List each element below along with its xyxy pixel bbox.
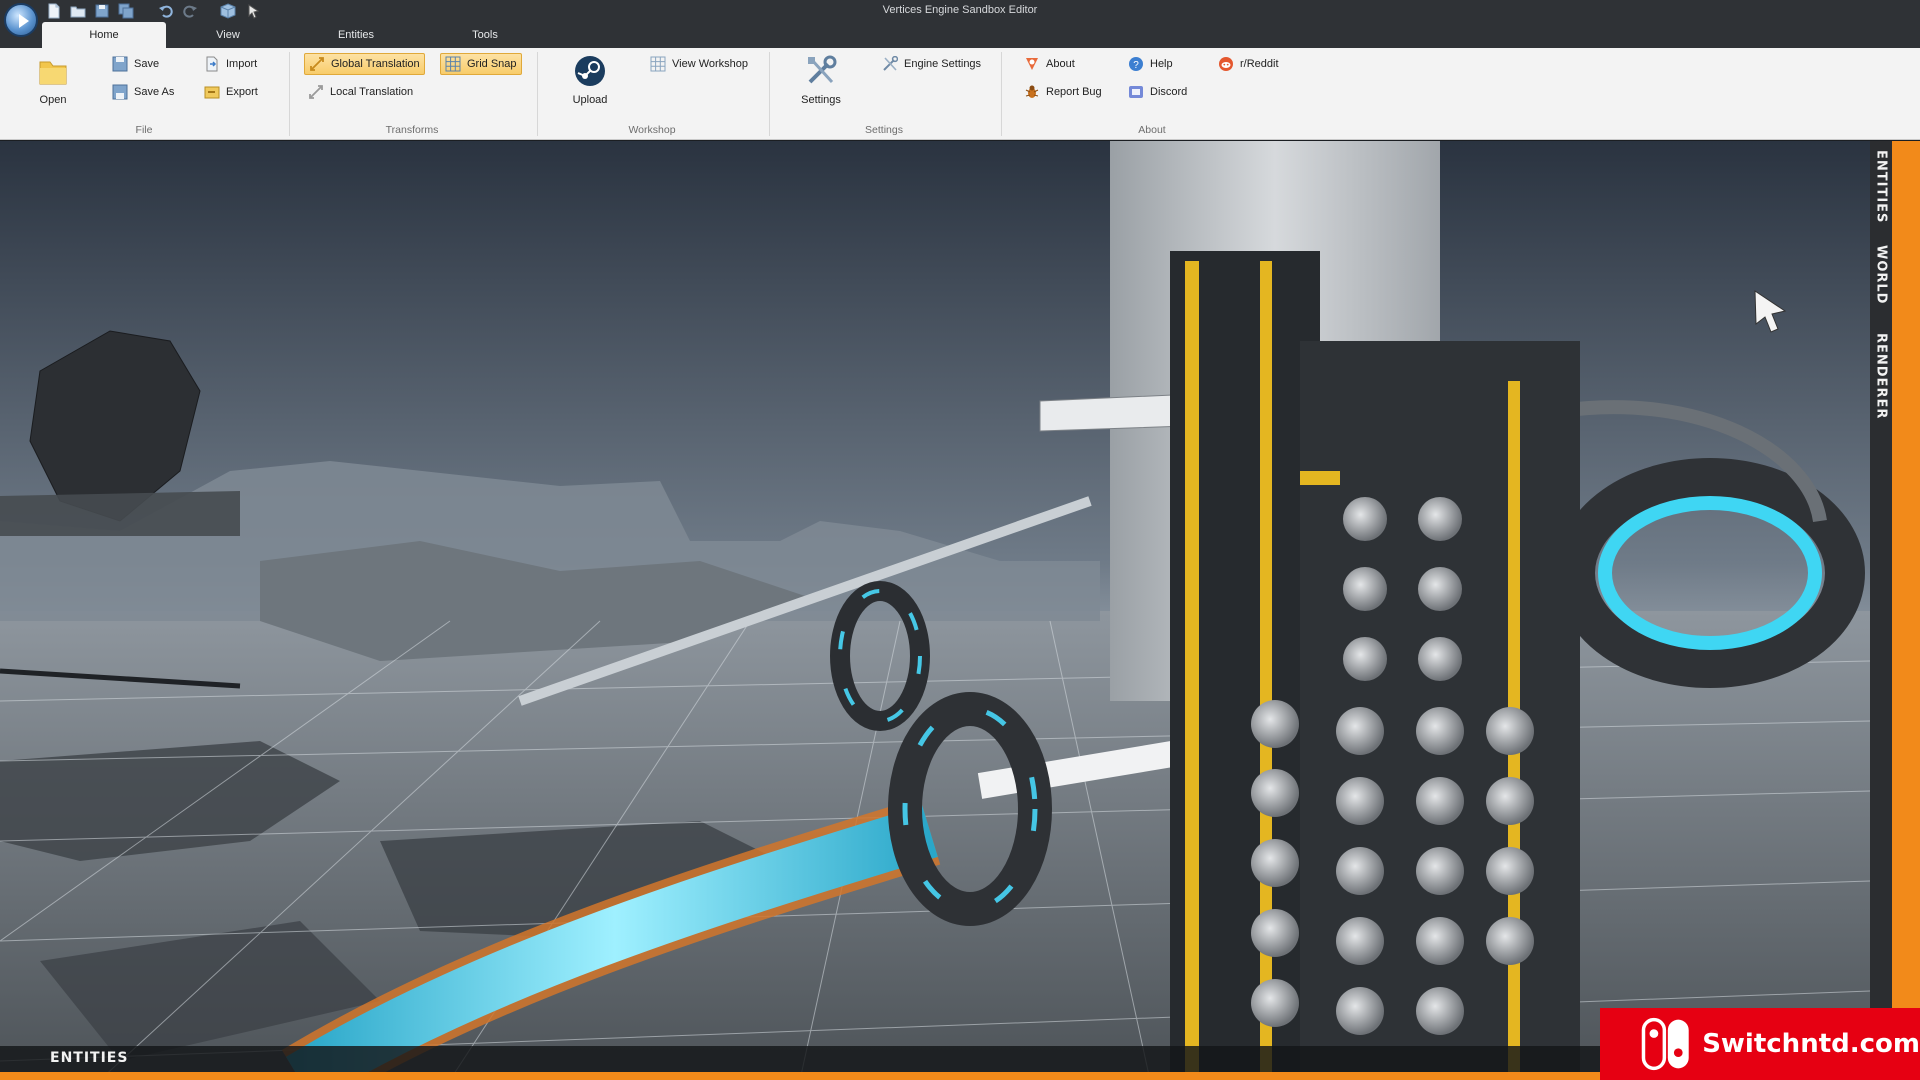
scene-render: [0, 141, 1870, 1080]
info-shield-icon: [1024, 56, 1040, 72]
upload-button[interactable]: Upload: [569, 54, 611, 106]
ribbon-tabs: Home View Entities Tools: [0, 22, 1920, 48]
scene-viewport[interactable]: [0, 141, 1870, 1080]
grid-icon: [445, 56, 461, 72]
bug-icon: [1024, 84, 1040, 100]
import-button[interactable]: Import: [200, 53, 261, 75]
tab-view[interactable]: View: [196, 22, 260, 48]
watermark-text: Switchntd.com: [1702, 1029, 1920, 1059]
help-label: Help: [1150, 58, 1173, 70]
open-label: Open: [39, 94, 67, 106]
platform-rail: [0, 491, 240, 536]
app-menu-button[interactable]: [4, 3, 38, 37]
dock-tab-strip: ENTITIES WORLD RENDERER: [1870, 141, 1892, 1080]
report-bug-label: Report Bug: [1046, 86, 1102, 98]
global-translation-label: Global Translation: [331, 58, 420, 70]
discord-icon: [1128, 84, 1144, 100]
local-translation-button[interactable]: Local Translation: [304, 81, 417, 103]
group-label-about: About: [1138, 124, 1166, 136]
bottom-tab-entities[interactable]: ENTITIES: [50, 1050, 128, 1066]
help-icon: ?: [1128, 56, 1144, 72]
save-icon: [112, 56, 128, 72]
save-as-button[interactable]: Save As: [108, 81, 178, 103]
view-workshop-button[interactable]: View Workshop: [646, 53, 752, 75]
help-button[interactable]: ? Help: [1124, 53, 1177, 75]
export-label: Export: [226, 86, 258, 98]
engine-settings-label: Engine Settings: [904, 58, 982, 70]
reddit-button[interactable]: r/Reddit: [1214, 53, 1283, 75]
steam-icon: [573, 54, 607, 88]
dock-tab-entities[interactable]: ENTITIES: [1870, 141, 1892, 233]
tools-icon: [804, 54, 838, 88]
export-button[interactable]: Export: [200, 81, 262, 103]
settings-label: Settings: [801, 94, 841, 106]
tab-tools[interactable]: Tools: [452, 22, 518, 48]
global-translation-button[interactable]: Global Translation: [304, 53, 425, 75]
switch-logo-icon: [1641, 1017, 1689, 1071]
folder-icon: [36, 54, 70, 88]
engine-settings-button[interactable]: Engine Settings: [878, 53, 985, 75]
group-label-settings: Settings: [865, 124, 903, 136]
dock-tab-world[interactable]: WORLD: [1870, 239, 1892, 311]
grid-snap-label: Grid Snap: [467, 58, 517, 70]
import-label: Import: [226, 58, 258, 70]
move-arrows-icon: [308, 84, 324, 100]
title-bar: Vertices Engine Sandbox Editor: [0, 0, 1920, 37]
tab-entities[interactable]: Entities: [318, 22, 394, 48]
window-title: Vertices Engine Sandbox Editor: [882, 4, 1038, 16]
dock-panel-edge: [1892, 141, 1920, 1080]
dock-tab-renderer[interactable]: RENDERER: [1870, 317, 1892, 435]
about-label: About: [1046, 58, 1075, 70]
save-label: Save: [134, 58, 160, 70]
local-translation-label: Local Translation: [330, 86, 414, 98]
tools-icon: [882, 56, 898, 72]
bottom-dock-bar: ENTITIES: [0, 1046, 1600, 1072]
grid-snap-button[interactable]: Grid Snap: [440, 53, 522, 75]
group-label-file: File: [135, 124, 153, 136]
about-button[interactable]: About: [1020, 53, 1079, 75]
group-label-transforms: Transforms: [385, 124, 439, 136]
import-icon: [204, 56, 220, 72]
group-label-workshop: Workshop: [628, 124, 676, 136]
open-button[interactable]: Open: [36, 54, 70, 106]
settings-button[interactable]: Settings: [798, 54, 844, 106]
move-arrows-icon: [309, 56, 325, 72]
tab-home[interactable]: Home: [42, 22, 166, 48]
bottom-accent-bar: [0, 1072, 1600, 1080]
reddit-icon: [1218, 56, 1234, 72]
save-as-icon: [112, 84, 128, 100]
grid-icon: [650, 56, 666, 72]
view-workshop-label: View Workshop: [672, 58, 749, 70]
save-button[interactable]: Save: [108, 53, 163, 75]
discord-button[interactable]: Discord: [1124, 81, 1191, 103]
report-bug-button[interactable]: Report Bug: [1020, 81, 1106, 103]
reddit-label: r/Reddit: [1240, 58, 1279, 70]
discord-label: Discord: [1150, 86, 1188, 98]
export-icon: [204, 84, 220, 100]
save-as-label: Save As: [134, 86, 175, 98]
ribbon: Open Save Save As Import Export File Glo…: [0, 48, 1920, 140]
svg-text:?: ?: [1133, 60, 1139, 71]
upload-label: Upload: [572, 94, 608, 106]
watermark: Switchntd.com: [1600, 1008, 1920, 1080]
